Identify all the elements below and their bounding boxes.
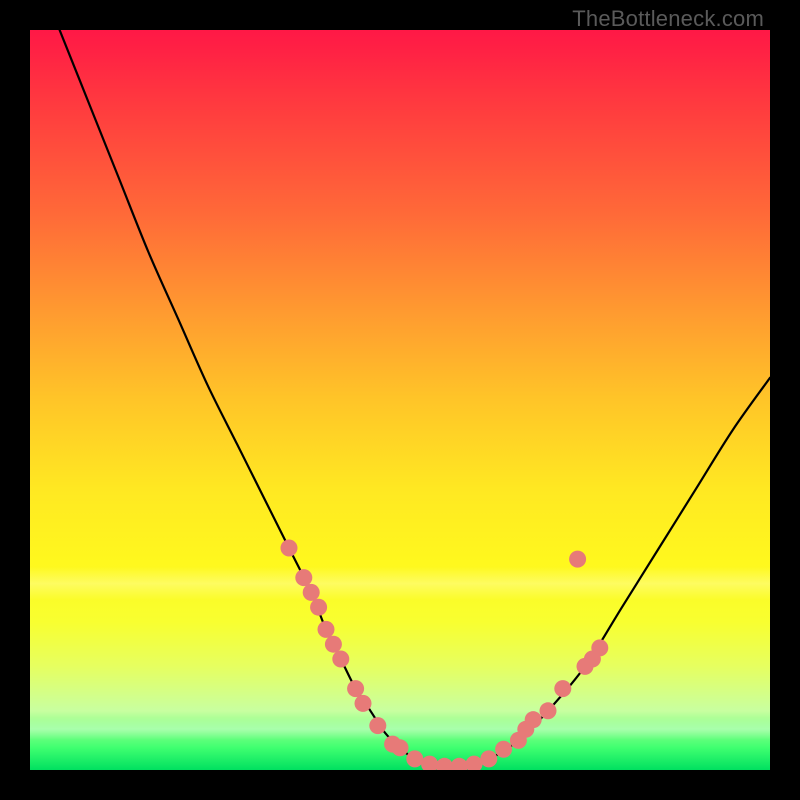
data-marker [525, 711, 542, 728]
data-marker [369, 717, 386, 734]
data-marker [318, 621, 335, 638]
watermark-text: TheBottleneck.com [572, 6, 764, 32]
data-marker [281, 540, 298, 557]
data-marker [540, 702, 557, 719]
data-marker [554, 680, 571, 697]
chart-svg [30, 30, 770, 770]
data-marker [451, 758, 468, 770]
chart-frame: TheBottleneck.com [0, 0, 800, 800]
data-marker [421, 756, 438, 770]
data-marker [325, 636, 342, 653]
data-marker [436, 758, 453, 770]
data-marker [347, 680, 364, 697]
data-marker [310, 599, 327, 616]
curve-line [60, 30, 770, 767]
data-marker [295, 569, 312, 586]
data-marker [406, 750, 423, 767]
data-marker [355, 695, 372, 712]
data-marker [466, 756, 483, 770]
data-marker [332, 651, 349, 668]
data-marker [303, 584, 320, 601]
marker-group [281, 540, 609, 771]
data-marker [495, 741, 512, 758]
plot-area [30, 30, 770, 770]
data-marker [569, 551, 586, 568]
data-marker [392, 739, 409, 756]
data-marker [591, 639, 608, 656]
data-marker [480, 750, 497, 767]
